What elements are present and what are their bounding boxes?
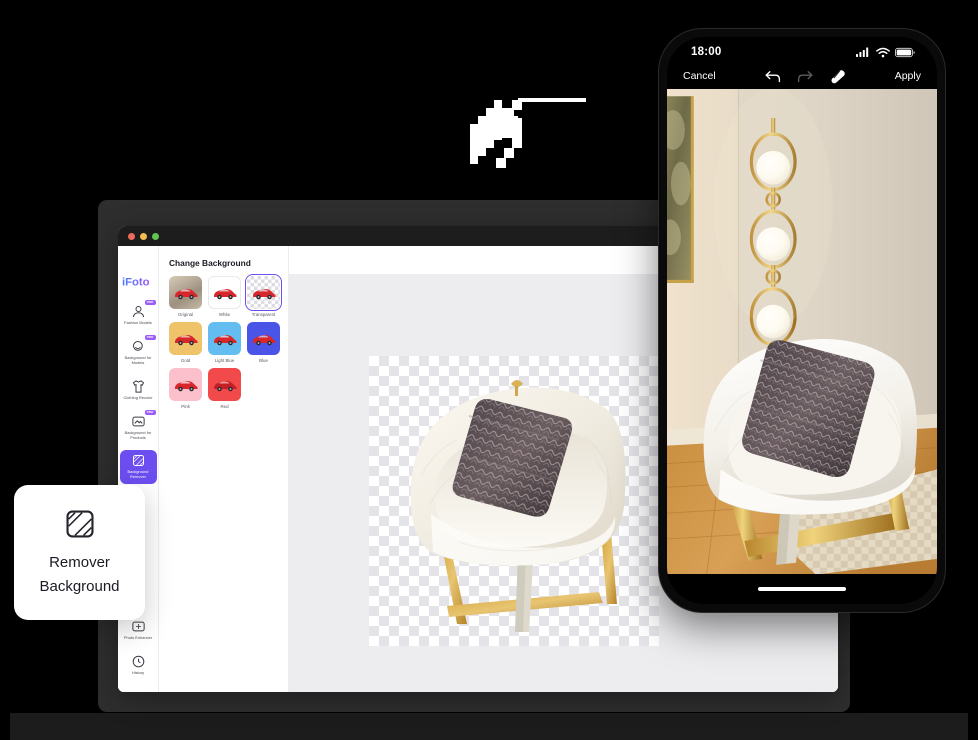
status-time: 18:00	[691, 46, 722, 58]
swatch-label: Light Blue	[214, 358, 235, 363]
battery-icon	[895, 47, 915, 57]
window-minimize-dot[interactable]	[140, 232, 147, 240]
phone-edit-toolbar: Cancel Apply	[667, 63, 937, 89]
edit-action-icons	[765, 69, 846, 84]
car-thumbnail	[174, 289, 197, 300]
sidebar-item-background-for-models[interactable]: PRO Background for Models	[120, 334, 157, 370]
pro-badge: PRO	[144, 334, 156, 340]
swatch-blue[interactable]: Blue	[247, 322, 280, 363]
background-for-models-icon	[131, 339, 146, 354]
car-thumbnail	[252, 335, 275, 346]
background-remover-hatch-icon	[63, 507, 97, 541]
car-thumbnail	[213, 381, 236, 392]
sidebar-item-background-remover[interactable]: Background Remover	[119, 450, 157, 485]
swatch-label: Gold	[180, 358, 191, 363]
swatch-pink[interactable]: Pink	[169, 368, 202, 409]
sidebar-item-photo-enhancer[interactable]: Photo Enhancer	[120, 616, 157, 645]
redo-arrow-icon[interactable]	[797, 70, 813, 83]
swatch-thumb	[169, 276, 202, 309]
panel-title: Change Background	[169, 258, 251, 268]
sidebar-item-background-for-products[interactable]: PRO Background for Products	[120, 409, 157, 445]
status-icon-group	[856, 47, 915, 58]
clothing-recolor-icon	[131, 379, 146, 394]
swatch-label: Transparent	[251, 312, 276, 317]
background-for-products-icon	[131, 414, 146, 429]
sidebar-item-label: History	[131, 670, 145, 676]
swatch-thumb	[208, 322, 241, 355]
sidebar-item-label: Photo Enhancer	[123, 635, 153, 641]
mouse-cursor-graphic	[468, 96, 588, 188]
car-thumbnail	[213, 335, 236, 346]
sidebar-item-label: Background Remover	[127, 469, 149, 480]
base-shadow-bar	[10, 713, 968, 740]
left-sidebar: iFoto PRO Fashion Models PRO Background …	[118, 246, 159, 692]
remover-background-feature-card[interactable]: Remover Background	[14, 485, 145, 620]
history-clock-icon	[131, 654, 146, 669]
wifi-icon	[876, 47, 890, 57]
swatch-thumb	[208, 276, 241, 309]
fashion-models-icon	[131, 304, 146, 319]
pro-badge: PRO	[144, 300, 156, 305]
sidebar-item-label: Background for Products	[124, 429, 152, 440]
sidebar-item-fashion-models[interactable]: PRO Fashion Models	[120, 300, 157, 330]
sidebar-item-label: Fashion Models	[124, 320, 152, 325]
home-indicator-bar[interactable]	[758, 587, 846, 591]
cellular-signal-icon	[856, 47, 869, 57]
car-thumbnail	[174, 335, 197, 346]
undo-arrow-icon[interactable]	[765, 70, 781, 83]
phone-photo-preview[interactable]	[667, 89, 937, 574]
photo-enhancer-icon	[131, 619, 146, 634]
pro-badge: PRO	[144, 409, 156, 415]
artboard-transparent-canvas[interactable]	[369, 356, 659, 646]
apply-button[interactable]: Apply	[895, 70, 921, 82]
swatch-label: Pink	[181, 404, 190, 409]
swatch-label: Blue	[259, 358, 268, 363]
cancel-button[interactable]: Cancel	[683, 70, 716, 82]
app-logo: iFoto	[120, 275, 157, 293]
phone-mockup: 18:00 Cancel Apply	[658, 28, 946, 613]
background-swatch-grid: Original White Transparent Gold Light Bl…	[169, 274, 282, 409]
car-thumbnail	[213, 289, 236, 300]
sidebar-item-history[interactable]: History	[120, 651, 157, 680]
swatch-original[interactable]: Original	[169, 276, 202, 317]
window-close-dot[interactable]	[128, 232, 135, 240]
car-thumbnail	[252, 289, 275, 300]
sidebar-item-label: Background for Models	[124, 354, 152, 365]
svg-text:iFoto: iFoto	[122, 277, 150, 288]
feature-card-line-2: Background	[39, 577, 120, 595]
chair-cutout-image	[410, 380, 626, 632]
swatch-thumb	[169, 368, 202, 401]
swatch-thumb	[208, 368, 241, 401]
phone-screen: 18:00 Cancel Apply	[667, 37, 937, 604]
swatch-thumb	[169, 322, 202, 355]
room-photo	[667, 89, 937, 574]
swatch-gold[interactable]: Gold	[169, 322, 202, 363]
swatch-label: White	[218, 312, 231, 317]
phone-status-bar: 18:00	[667, 37, 937, 63]
background-remover-icon	[131, 453, 146, 468]
screenshot-root: iFoto PRO Fashion Models PRO Background …	[0, 0, 978, 740]
car-thumbnail	[174, 381, 197, 392]
swatch-transparent[interactable]: Transparent	[245, 274, 282, 317]
change-background-panel: Change Background Original White Transpa…	[159, 246, 289, 692]
phone-home-area	[667, 574, 937, 604]
swatch-white[interactable]: White	[208, 276, 241, 317]
sidebar-item-clothing-recolor[interactable]: Clothing Recolor	[120, 376, 157, 405]
swatch-light-blue[interactable]: Light Blue	[208, 322, 241, 363]
sidebar-item-label: Clothing Recolor	[123, 394, 153, 400]
swatch-thumb	[245, 274, 282, 311]
feature-card-line-1: Remover	[49, 553, 110, 571]
swatch-red[interactable]: Red	[208, 368, 241, 409]
swatch-label: Original	[177, 312, 194, 317]
swatch-thumb	[247, 322, 280, 355]
window-maximize-dot[interactable]	[152, 232, 159, 240]
swatch-label: Red	[220, 404, 229, 409]
eraser-icon[interactable]	[829, 69, 846, 84]
